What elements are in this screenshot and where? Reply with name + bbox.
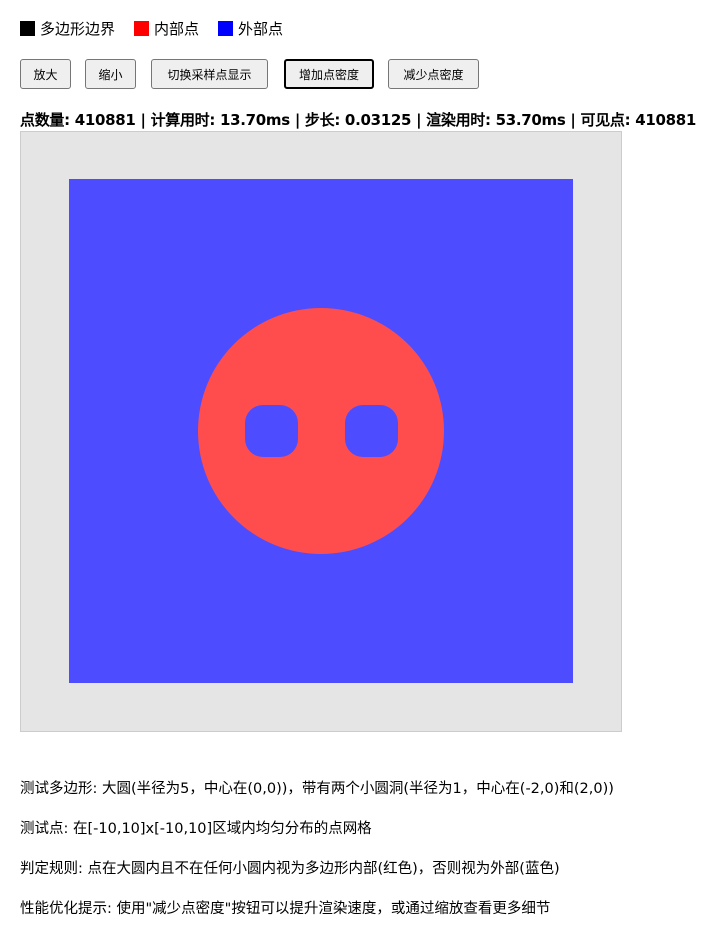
legend-item-boundary: 多边形边界 xyxy=(20,18,115,39)
decrease-density-button[interactable]: 减少点密度 xyxy=(388,59,479,89)
legend-swatch-outside xyxy=(218,20,234,36)
polygon-hole-left xyxy=(245,405,298,457)
legend-swatch-boundary xyxy=(20,20,35,36)
polygon-hole-right xyxy=(345,405,398,457)
render-canvas[interactable] xyxy=(20,131,622,732)
description-tip: 性能优化提示: 使用"减少点密度"按钮可以提升渲染速度，或通过缩放查看更多细节 xyxy=(20,901,551,917)
legend-label-outside: 外部点 xyxy=(238,19,284,38)
legend: 多边形边界 内部点 外部点 xyxy=(20,17,302,39)
description-points: 测试点: 在[-10,10]x[-10,10]区域内均匀分布的点网格 xyxy=(20,821,372,837)
legend-item-outside: 外部点 xyxy=(218,18,283,39)
legend-item-inside: 内部点 xyxy=(134,18,199,39)
increase-density-button[interactable]: 增加点密度 xyxy=(284,59,374,89)
render-svg xyxy=(21,132,621,731)
zoom-out-button[interactable]: 缩小 xyxy=(85,59,136,89)
legend-label-boundary: 多边形边界 xyxy=(40,19,116,38)
zoom-in-button[interactable]: 放大 xyxy=(20,59,71,89)
description-rule: 判定规则: 点在大圆内且不在任何小圆内视为多边形内部(红色)，否则视为外部(蓝色… xyxy=(20,861,560,877)
toggle-samples-button[interactable]: 切换采样点显示 xyxy=(151,59,268,89)
polygon-outer-circle xyxy=(198,308,444,554)
stats-bar: 点数量: 410881 | 计算用时: 13.70ms | 步长: 0.0312… xyxy=(20,111,697,129)
legend-label-inside: 内部点 xyxy=(154,19,200,38)
legend-swatch-inside xyxy=(134,20,150,36)
description-polygon: 测试多边形: 大圆(半径为5，中心在(0,0))，带有两个小圆洞(半径为1，中心… xyxy=(20,781,614,797)
